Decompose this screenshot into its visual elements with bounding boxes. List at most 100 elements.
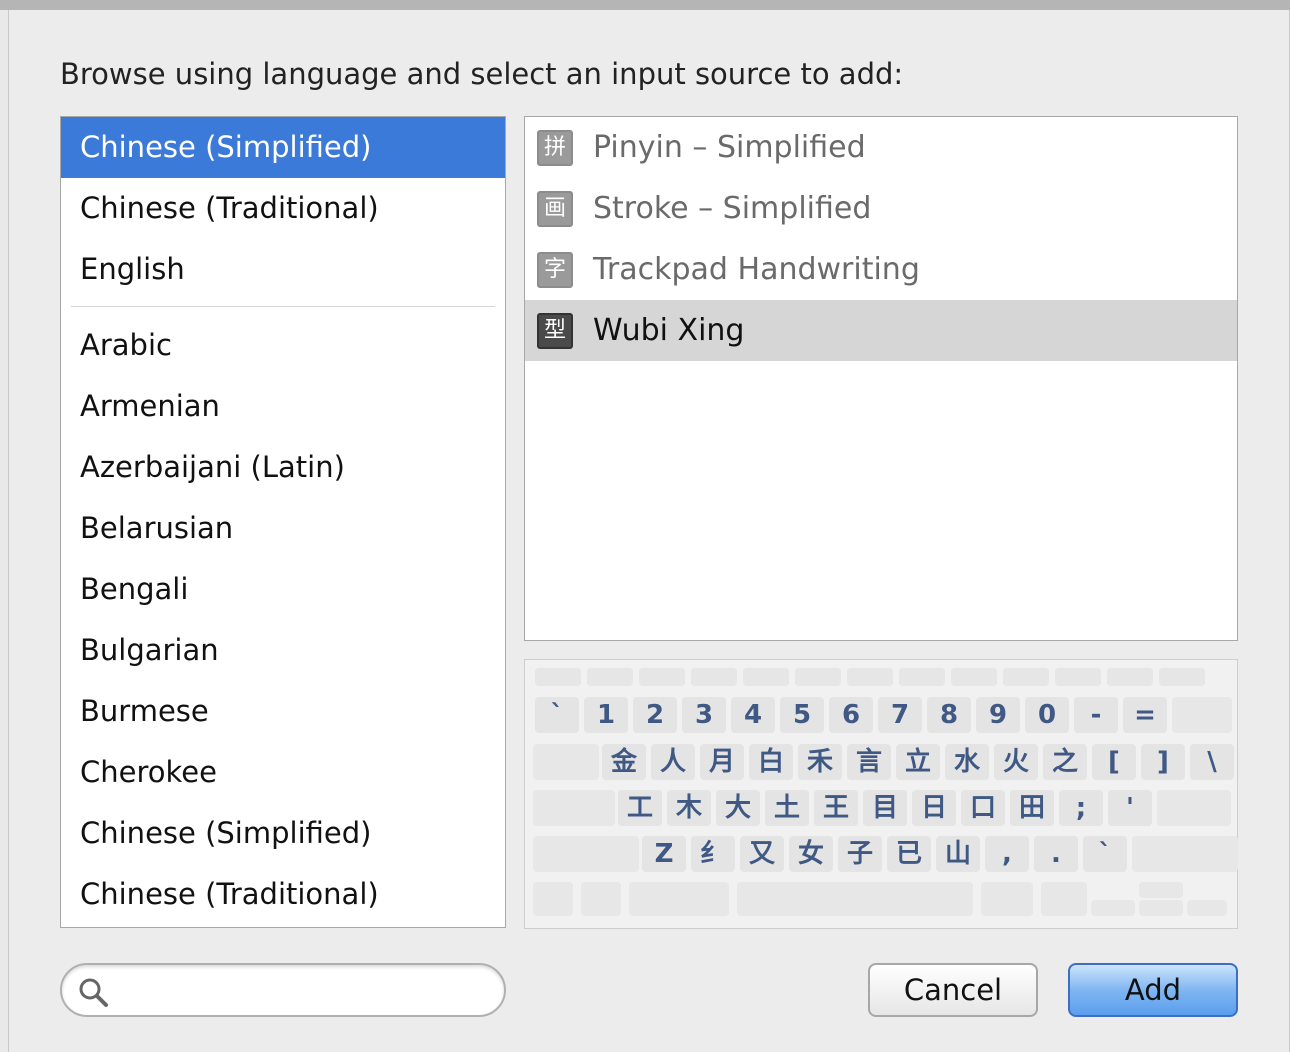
keyboard-key: -: [1074, 697, 1118, 733]
keyboard-key-blank: [743, 668, 789, 686]
keyboard-key: 白: [749, 744, 793, 780]
keyboard-key-blank: [535, 668, 581, 686]
keyboard-key: 口: [961, 790, 1005, 826]
cancel-button[interactable]: Cancel: [868, 963, 1038, 1017]
input-source-wubi-xing[interactable]: 型 Wubi Xing: [525, 300, 1237, 361]
keyboard-key-blank: [1041, 882, 1087, 916]
keyboard-key-blank: [981, 882, 1033, 916]
window-top-edge: [0, 0, 1290, 10]
language-item-belarusian[interactable]: Belarusian: [61, 498, 505, 559]
keyboard-key-blank: [1187, 900, 1227, 916]
keyboard-key-blank: [1132, 836, 1238, 872]
keyboard-key: 之: [1043, 744, 1087, 780]
keyboard-key-blank: [533, 790, 615, 826]
keyboard-key: ]: [1141, 744, 1185, 780]
keyboard-key-blank: [629, 882, 729, 916]
keyboard-key: 又: [740, 836, 784, 872]
keyboard-key-blank: [1107, 668, 1153, 686]
keyboard-key: =: [1123, 697, 1167, 733]
language-item-arabic[interactable]: Arabic: [61, 315, 505, 376]
language-item-bulgarian[interactable]: Bulgarian: [61, 620, 505, 681]
keyboard-key-blank: [1159, 668, 1205, 686]
language-item-cherokee[interactable]: Cherokee: [61, 742, 505, 803]
keyboard-key-blank: [533, 882, 573, 916]
search-icon: [79, 978, 108, 1007]
pinyin-icon: 拼: [537, 129, 573, 166]
dialog-instruction: Browse using language and select an inpu…: [60, 57, 904, 91]
keyboard-key: 7: [878, 697, 922, 733]
language-item-burmese[interactable]: Burmese: [61, 681, 505, 742]
language-item-chinese-simplified-2[interactable]: Chinese (Simplified): [61, 803, 505, 864]
keyboard-key: 山: [936, 836, 980, 872]
input-source-trackpad-handwriting[interactable]: 字 Trackpad Handwriting: [525, 239, 1237, 300]
keyboard-key: Z: [642, 836, 686, 872]
keyboard-key-blank: [1091, 900, 1135, 916]
keyboard-key: 已: [887, 836, 931, 872]
language-item-chinese-traditional[interactable]: Chinese (Traditional): [61, 178, 505, 239]
keyboard-key: 8: [927, 697, 971, 733]
keyboard-key-blank: [1139, 900, 1183, 916]
keyboard-key: 立: [896, 744, 940, 780]
keyboard-key-blank: [1172, 697, 1232, 733]
keyboard-key: 5: [780, 697, 824, 733]
input-source-list[interactable]: 拼 Pinyin – Simplified 画 Stroke – Simplif…: [524, 116, 1238, 641]
keyboard-key: .: [1034, 836, 1078, 872]
keyboard-key-blank: [581, 882, 621, 916]
keyboard-key: 目: [863, 790, 907, 826]
keyboard-key-blank: [1139, 882, 1183, 898]
language-list[interactable]: Chinese (Simplified) Chinese (Traditiona…: [60, 116, 506, 928]
keyboard-key: 水: [945, 744, 989, 780]
keyboard-key: 1: [584, 697, 628, 733]
keyboard-key: 6: [829, 697, 873, 733]
keyboard-key-blank: [1157, 790, 1231, 826]
keyboard-key: 大: [716, 790, 760, 826]
keyboard-key: 金: [602, 744, 646, 780]
keyboard-key-blank: [737, 882, 973, 916]
language-list-separator: [71, 306, 495, 307]
keyboard-key: `: [1083, 836, 1127, 872]
keyboard-key: 月: [700, 744, 744, 780]
keyboard-key: ,: [985, 836, 1029, 872]
keyboard-key: `: [535, 697, 579, 733]
input-source-label: Wubi Xing: [593, 313, 745, 348]
keyboard-key: 禾: [798, 744, 842, 780]
keyboard-key: \: [1190, 744, 1234, 780]
keyboard-key: [: [1092, 744, 1136, 780]
input-source-label: Pinyin – Simplified: [593, 130, 866, 165]
language-item-azerbaijani-latin[interactable]: Azerbaijani (Latin): [61, 437, 505, 498]
keyboard-key-blank: [951, 668, 997, 686]
add-button[interactable]: Add: [1068, 963, 1238, 1017]
keyboard-key: 2: [633, 697, 677, 733]
input-source-stroke-simplified[interactable]: 画 Stroke – Simplified: [525, 178, 1237, 239]
search-input[interactable]: [118, 971, 492, 1011]
input-source-pinyin-simplified[interactable]: 拼 Pinyin – Simplified: [525, 117, 1237, 178]
language-item-english[interactable]: English: [61, 239, 505, 300]
keyboard-key-blank: [691, 668, 737, 686]
keyboard-key-blank: [899, 668, 945, 686]
keyboard-key: 人: [651, 744, 695, 780]
search-field[interactable]: [60, 963, 506, 1017]
keyboard-key: 9: [976, 697, 1020, 733]
keyboard-key: ': [1108, 790, 1152, 826]
keyboard-key-blank: [1055, 668, 1101, 686]
keyboard-preview: ` 1 2 3 4 5 6 7 8 9 0- = 金人月白禾言立水火之[] \ 工木大土王目日口田; ' Z 纟又…: [524, 659, 1238, 929]
keyboard-key: ;: [1059, 790, 1103, 826]
keyboard-key: 0: [1025, 697, 1069, 733]
keyboard-key-blank: [639, 668, 685, 686]
keyboard-key: 火: [994, 744, 1038, 780]
keyboard-key: 4: [731, 697, 775, 733]
wubi-icon: 型: [537, 312, 573, 349]
keyboard-key: 工: [618, 790, 662, 826]
keyboard-key: 日: [912, 790, 956, 826]
language-item-chinese-simplified[interactable]: Chinese (Simplified): [61, 117, 505, 178]
language-item-bengali[interactable]: Bengali: [61, 559, 505, 620]
language-item-chinese-traditional-2[interactable]: Chinese (Traditional): [61, 864, 505, 925]
handwriting-icon: 字: [537, 251, 573, 288]
keyboard-key-blank: [533, 836, 639, 872]
keyboard-key: 田: [1010, 790, 1054, 826]
keyboard-key-blank: [847, 668, 893, 686]
keyboard-key: 土: [765, 790, 809, 826]
keyboard-key-blank: [795, 668, 841, 686]
language-item-armenian[interactable]: Armenian: [61, 376, 505, 437]
keyboard-key-blank: [1003, 668, 1049, 686]
